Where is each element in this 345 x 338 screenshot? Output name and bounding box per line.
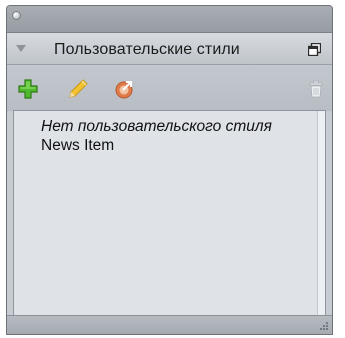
- panel-statusbar: [7, 315, 332, 334]
- panel-titlebar[interactable]: [7, 6, 332, 33]
- trash-icon[interactable]: [308, 78, 324, 100]
- link-icon[interactable]: [113, 78, 135, 100]
- list-item[interactable]: Нет пользовательского стиля: [41, 117, 272, 136]
- plus-icon[interactable]: [17, 78, 39, 100]
- panel-menu-icon[interactable]: [308, 43, 321, 56]
- resize-grip-icon[interactable]: [319, 321, 329, 331]
- close-button[interactable]: [12, 11, 21, 20]
- pencil-icon[interactable]: [67, 78, 89, 100]
- scrollbar[interactable]: [317, 111, 325, 316]
- panel-toolbar: [7, 65, 332, 111]
- panel-title: Пользовательские стили: [54, 41, 240, 58]
- disclosure-triangle-icon[interactable]: [16, 45, 26, 52]
- styles-list: Нет пользовательского стиля News Item: [41, 117, 272, 155]
- user-styles-panel: Пользовательские стили Нет пользовательс…: [6, 5, 333, 335]
- panel-header: Пользовательские стили: [7, 33, 332, 65]
- styles-list-area[interactable]: Нет пользовательского стиля News Item: [13, 110, 326, 317]
- list-item[interactable]: News Item: [41, 136, 272, 155]
